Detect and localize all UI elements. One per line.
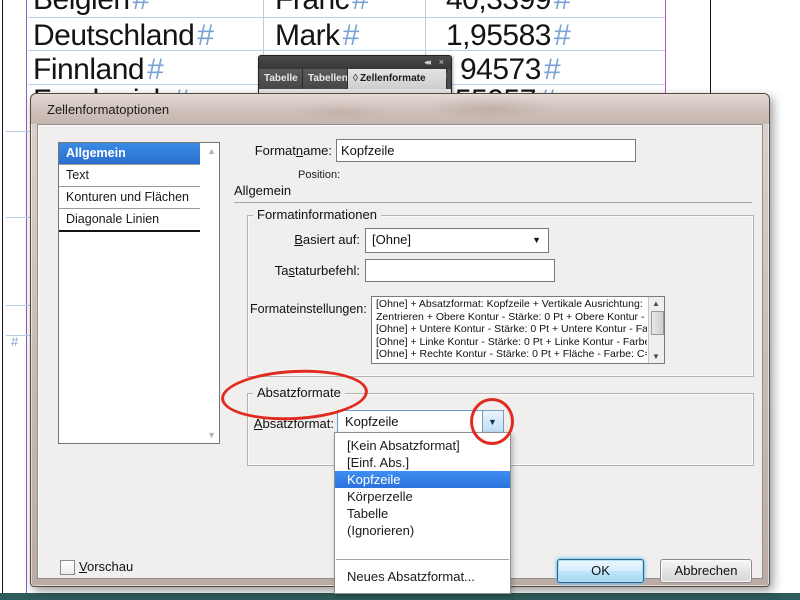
status-bar (0, 593, 800, 600)
panel-titlebar[interactable]: ◂◂ × (258, 55, 452, 70)
style-settings-line: Zentrieren + Obere Kontur - Stärke: 0 Pt… (376, 311, 647, 324)
panel-tab-tabellen[interactable]: Tabellen (303, 69, 348, 89)
based-on-value: [Ohne] (372, 232, 411, 247)
paragraph-style-value: Kopfzeile (345, 414, 398, 429)
position-label: Position: (298, 169, 340, 181)
panel-tab-zellenformate[interactable]: ◊Zellenformate (348, 69, 447, 89)
dialog-titlebar[interactable]: Zellenformatoptionen (31, 94, 769, 124)
paragraph-style-dropdown-list: [Kein Absatzformat][Einf. Abs.]Kopfzeile… (334, 432, 511, 594)
cancel-button[interactable]: Abbrechen (660, 559, 752, 583)
table-cell-country: Finnland# (33, 53, 163, 87)
end-of-cell-marker: # (197, 19, 213, 52)
preview-checkbox[interactable] (60, 560, 75, 575)
close-icon[interactable]: × (439, 57, 444, 68)
table-row-line-strip (6, 217, 30, 218)
scroll-down-icon[interactable]: ▼ (207, 430, 216, 440)
shortcut-input[interactable] (365, 259, 555, 282)
table-cell-value: 1,95583# (446, 19, 570, 53)
style-settings-box: [Ohne] + Absatzformat: Kopfzeile + Verti… (371, 296, 665, 364)
end-of-cell-marker: # (343, 19, 359, 52)
preview-label: Vorschau (79, 559, 133, 574)
sidebar-item-konturen-und-fl-chen[interactable]: Konturen und Flächen (59, 187, 200, 209)
chevron-down-icon[interactable]: ▼ (532, 235, 541, 245)
cell-styles-panel: ◂◂ × TabelleTabellen◊Zellenformate ▾≡ Ko… (258, 55, 452, 95)
sidebar-item-allgemein[interactable]: Allgemein (59, 143, 200, 165)
sidebar-item-diagonale-linien[interactable]: Diagonale Linien (59, 209, 200, 232)
section-title: Allgemein (234, 183, 291, 198)
dropdown-item[interactable]: Körperzelle (335, 488, 510, 505)
panel-menu-icon[interactable]: ▾≡ (437, 71, 446, 82)
panel-tab-icon: ◊ (353, 73, 358, 84)
end-of-cell-marker: # (147, 53, 163, 86)
shortcut-label: Tastaturbefehl: (248, 263, 360, 278)
style-settings-line: [Ohne] + Linke Kontur - Stärke: 0 Pt + L… (376, 336, 647, 349)
scrollbar[interactable]: ▲ ▼ (648, 297, 664, 363)
scroll-up-icon[interactable]: ▲ (652, 299, 660, 308)
table-cell-currency: Franc# (275, 0, 368, 17)
format-name-label: Formatname: (236, 143, 332, 158)
end-of-cell-marker: # (352, 0, 368, 16)
dropdown-item[interactable]: [Einf. Abs.] (335, 454, 510, 471)
table-cell-country: Belgien# (33, 0, 149, 17)
dialog-title: Zellenformatoptionen (47, 102, 169, 117)
table-cell-value: 40,3399# (446, 0, 570, 17)
new-paragraph-style-item[interactable]: Neues Absatzformat... (335, 568, 510, 586)
sidebar-item-text[interactable]: Text (59, 165, 200, 187)
table-row: Belgien# Franc# 40,3399# (0, 0, 800, 21)
end-of-cell-marker: # (544, 53, 560, 86)
section-divider (234, 202, 752, 203)
table-cell-country: Deutschland# (33, 19, 213, 53)
panel-tab-bar: TabelleTabellen◊Zellenformate (258, 69, 452, 90)
format-information-group: Formatinformationen Basiert auf: [Ohne] … (247, 215, 754, 377)
table-row: Deutschland# Mark# 1,95583# (0, 19, 800, 57)
scroll-up-icon[interactable]: ▲ (207, 146, 216, 156)
based-on-label: Basiert auf: (248, 232, 360, 247)
table-cell-currency: Mark# (275, 19, 359, 53)
scrollbar-thumb[interactable] (651, 311, 664, 335)
style-settings-line: [Ohne] + Untere Kontur - Stärke: 0 Pt + … (376, 323, 647, 336)
collapse-panel-icon[interactable]: ◂◂ (424, 57, 429, 68)
format-name-input[interactable] (336, 139, 636, 162)
table-cell-value: 94573# (460, 53, 560, 87)
style-settings-line: [Ohne] + Rechte Kontur - Stärke: 0 Pt + … (376, 348, 647, 361)
table-row-line-strip (6, 305, 30, 306)
end-of-cell-marker: # (133, 0, 149, 16)
style-settings-line: [Ohne] + Absatzformat: Kopfzeile + Verti… (376, 298, 647, 311)
end-of-cell-marker: # (11, 334, 18, 349)
ok-button[interactable]: OK (557, 559, 644, 583)
menu-separator (336, 559, 509, 560)
annotation-circle (470, 398, 514, 445)
panel-tab-tabelle[interactable]: Tabelle (259, 69, 303, 89)
style-settings-label: Formateinstellungen: (250, 302, 367, 316)
based-on-dropdown[interactable]: [Ohne] ▼ (365, 228, 549, 253)
dropdown-item[interactable]: Kopfzeile (335, 471, 510, 488)
dropdown-item[interactable]: Tabelle (335, 505, 510, 522)
table-row-line-strip (6, 131, 30, 132)
end-of-cell-marker: # (554, 19, 570, 52)
scroll-down-icon[interactable]: ▼ (652, 352, 660, 361)
group-title: Formatinformationen (253, 207, 381, 222)
end-of-cell-marker: # (554, 0, 570, 16)
dropdown-item[interactable]: (Ignorieren) (335, 522, 510, 539)
category-list: AllgemeinTextKonturen und FlächenDiagona… (58, 142, 220, 444)
